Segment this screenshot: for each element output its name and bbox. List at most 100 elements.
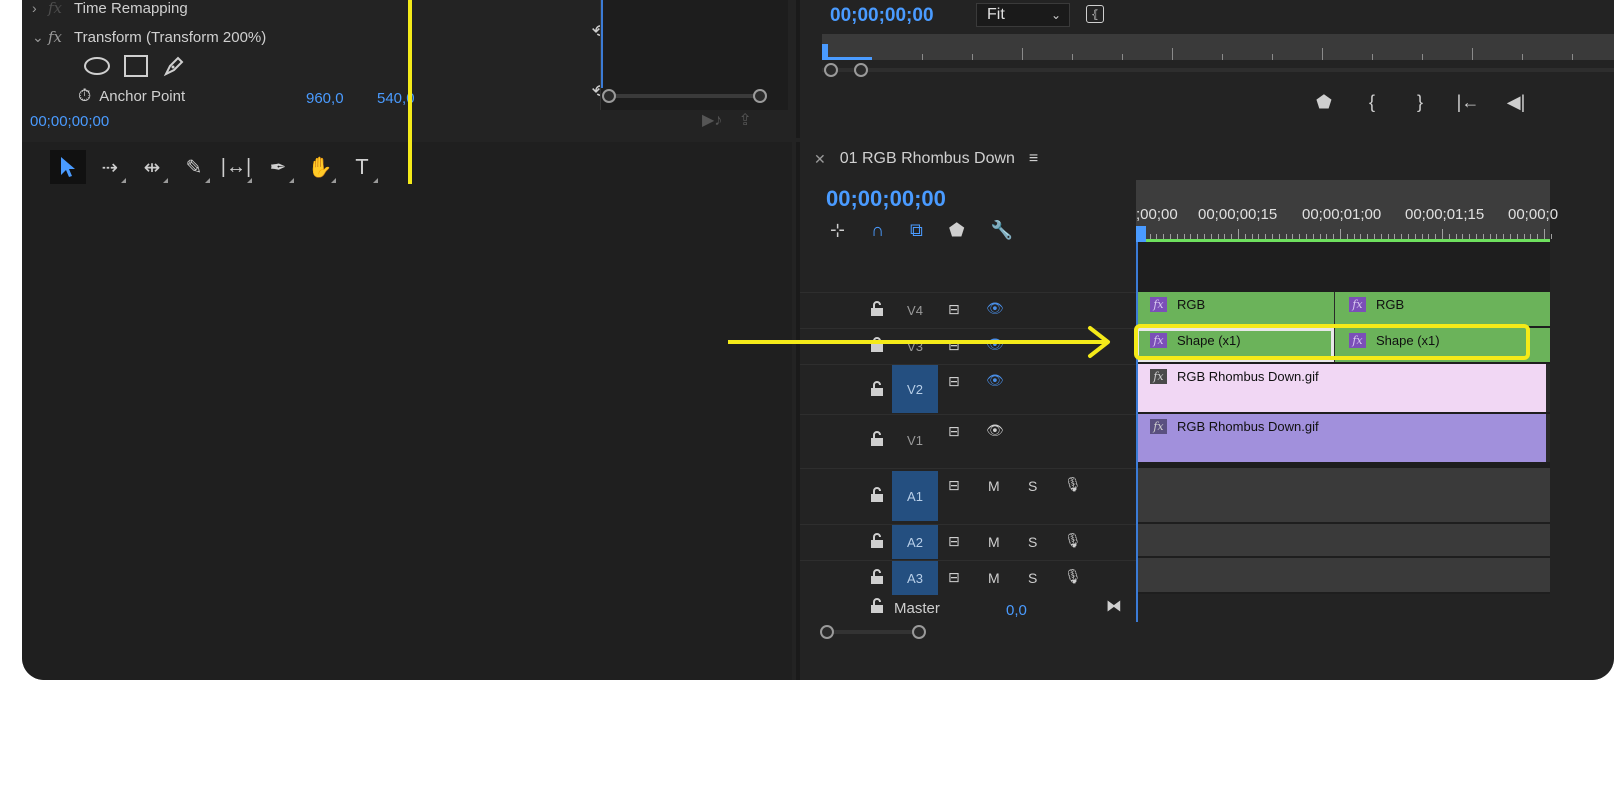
track-area[interactable]: fx RGB fx RGB fx Shape (x1) fx Shape (x1… — [1136, 242, 1550, 622]
track-label[interactable]: V1 — [892, 427, 938, 453]
mute-button[interactable]: M — [988, 478, 1000, 494]
lock-icon[interactable] — [870, 431, 884, 447]
add-marker-icon[interactable]: ⬟ — [1300, 92, 1348, 113]
timeline-tab[interactable]: ✕ 01 RGB Rhombus Down ≡ — [814, 150, 1038, 168]
solo-button[interactable]: S — [1028, 570, 1037, 586]
step-back-icon[interactable]: ◀| — [1492, 92, 1540, 113]
timeline-scrollbar[interactable] — [822, 630, 916, 634]
resolution-icon[interactable]: ⦃ — [1086, 5, 1104, 23]
scroll-handle-left[interactable] — [824, 63, 838, 77]
scroll-handle-left[interactable] — [820, 625, 834, 639]
slip-tool[interactable]: |↔| — [218, 150, 254, 184]
ruler-tick — [1238, 229, 1239, 239]
ruler-ticks — [1136, 229, 1552, 239]
clip[interactable]: fx RGB — [1335, 292, 1550, 326]
mute-button[interactable]: M — [988, 534, 1000, 550]
go-to-in-icon[interactable]: |← — [1444, 92, 1492, 113]
ripple-edit-tool[interactable]: ⇹ — [134, 150, 170, 184]
chevron-down-icon[interactable]: ⌄ — [32, 29, 48, 46]
playhead-marker[interactable] — [1136, 226, 1146, 242]
track-label[interactable]: V3 — [892, 335, 938, 357]
program-scrollbar[interactable] — [822, 68, 1614, 72]
anchor-x-value[interactable]: 960,0 — [306, 90, 344, 107]
sync-lock-icon[interactable]: ⊟ — [948, 477, 960, 494]
ruler-label: 00;00;0 — [1508, 206, 1559, 223]
chevron-right-icon[interactable]: › — [32, 0, 48, 16]
insert-nest-icon[interactable]: ⊹ — [830, 220, 845, 241]
ellipse-mask-icon[interactable] — [84, 57, 110, 75]
type-tool[interactable]: T — [344, 150, 380, 184]
clip[interactable]: fx RGB Rhombus Down.gif — [1136, 364, 1546, 412]
lock-icon[interactable] — [870, 381, 884, 397]
mini-timeline-scrollbar[interactable] — [612, 94, 762, 98]
effect-controls-timecode[interactable]: 00;00;00;00 — [30, 113, 109, 130]
clip[interactable]: fx RGB Rhombus Down.gif — [1136, 414, 1546, 462]
play-audio-icon[interactable]: ▶♪ — [702, 110, 722, 130]
timeline-timecode[interactable]: 00;00;00;00 — [826, 186, 946, 212]
zoom-select[interactable]: Fit ⌄ — [976, 3, 1070, 27]
mark-out-icon[interactable]: } — [1396, 92, 1444, 113]
microphone-icon[interactable]: 🎙 — [1064, 568, 1082, 585]
track-label[interactable]: A1 — [892, 471, 938, 521]
track-lane-v4: fx RGB fx RGB — [1136, 292, 1550, 326]
pen-mask-icon[interactable] — [162, 54, 186, 78]
snap-magnet-icon[interactable]: ∩ — [871, 220, 884, 241]
clip[interactable]: fx RGB — [1136, 292, 1334, 326]
jump-to-edit-icon[interactable]: ⧓ — [1106, 596, 1122, 616]
selection-tool[interactable] — [50, 150, 86, 184]
pen-tool[interactable]: ✒ — [260, 150, 296, 184]
track-label[interactable]: A3 — [892, 561, 938, 595]
timeline-time-ruler[interactable]: ;00;00 00;00;00;15 00;00;01;00 00;00;01;… — [1136, 180, 1558, 242]
playhead-marker[interactable] — [822, 44, 872, 60]
anchor-point-row: ⏱ Anchor Point — [78, 82, 185, 110]
linked-selection-icon[interactable]: ⧉ — [910, 220, 923, 241]
microphone-icon[interactable]: 🎙 — [1064, 532, 1082, 549]
track-label[interactable]: V4 — [892, 299, 938, 321]
program-time-ruler[interactable] — [822, 34, 1614, 60]
lock-icon[interactable] — [870, 598, 884, 614]
master-volume-value[interactable]: 0,0 — [1006, 602, 1027, 619]
microphone-icon[interactable]: 🎙 — [1064, 476, 1082, 493]
close-icon[interactable]: ✕ — [814, 151, 826, 168]
add-marker-icon[interactable]: ⬟ — [949, 220, 965, 241]
scroll-handle-right[interactable] — [912, 625, 926, 639]
panel-menu-icon[interactable]: ≡ — [1029, 150, 1038, 168]
mark-in-icon[interactable]: { — [1348, 92, 1396, 113]
sync-lock-icon[interactable]: ⊟ — [948, 569, 960, 586]
sync-lock-icon[interactable]: ⊟ — [948, 301, 960, 318]
eye-off-icon[interactable]: 👁 — [986, 336, 1004, 353]
mute-button[interactable]: M — [988, 570, 1000, 586]
transform-row[interactable]: ⌄ fx Transform (Transform 200%) — [32, 23, 266, 51]
razor-tool[interactable]: ✎ — [176, 150, 212, 184]
scroll-handle-left[interactable] — [602, 89, 616, 103]
lock-icon[interactable] — [870, 487, 884, 503]
eye-off-icon[interactable]: 👁 — [986, 300, 1004, 317]
wrench-icon[interactable]: 🔧 — [991, 220, 1013, 241]
track-label[interactable]: V2 — [892, 365, 938, 413]
annotation-highlight-box — [1134, 324, 1530, 360]
sync-lock-icon[interactable]: ⊟ — [948, 533, 960, 550]
track-label[interactable]: A2 — [892, 525, 938, 559]
lock-icon[interactable] — [870, 533, 884, 549]
type-icon: T — [355, 155, 369, 179]
scroll-handle-right[interactable] — [753, 89, 767, 103]
hand-tool[interactable]: ✋ — [302, 150, 338, 184]
solo-button[interactable]: S — [1028, 478, 1037, 494]
rectangle-mask-icon[interactable] — [124, 55, 148, 77]
annotation-line — [408, 0, 412, 184]
sync-lock-icon[interactable]: ⊟ — [948, 423, 960, 440]
razor-icon: ✎ — [185, 156, 203, 179]
export-icon[interactable]: ⇪ — [738, 110, 751, 130]
fx-icon[interactable]: fx — [48, 28, 74, 46]
eye-icon[interactable]: 👁 — [986, 422, 1004, 439]
program-timecode[interactable]: 00;00;00;00 — [830, 5, 934, 27]
lock-icon[interactable] — [870, 301, 884, 317]
scroll-handle-right[interactable] — [854, 63, 868, 77]
lock-icon[interactable] — [870, 569, 884, 585]
eye-off-icon[interactable]: 👁 — [986, 372, 1004, 389]
sync-lock-icon[interactable]: ⊟ — [948, 373, 960, 390]
solo-button[interactable]: S — [1028, 534, 1037, 550]
track-select-tool[interactable]: ⇢ — [92, 150, 128, 184]
time-remapping-row[interactable]: › fx Time Remapping — [32, 0, 188, 22]
stopwatch-icon[interactable]: ⏱ — [78, 86, 91, 106]
